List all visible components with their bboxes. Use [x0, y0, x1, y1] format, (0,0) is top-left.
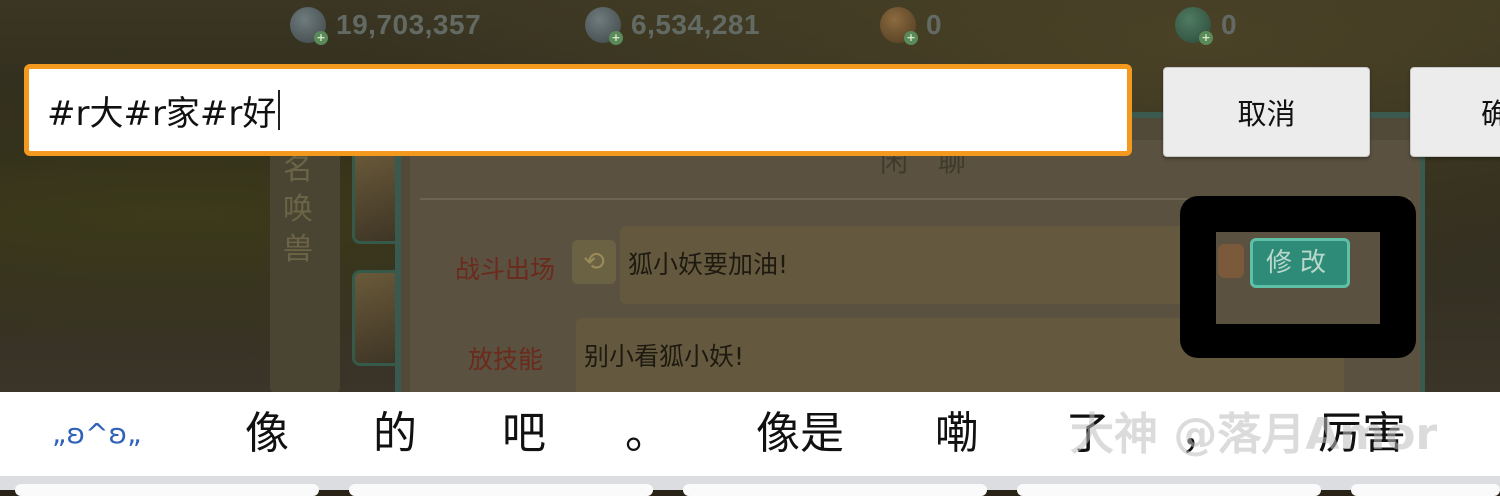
edit-button[interactable]: 修改	[1250, 238, 1350, 288]
row-label-skill: 放技能	[468, 345, 544, 374]
battle-entry-text[interactable]: 狐小妖要加油!	[620, 226, 1210, 304]
keyboard-key[interactable]	[683, 484, 987, 496]
keyboard-key[interactable]	[15, 484, 319, 496]
emoji-icon[interactable]	[1218, 244, 1244, 278]
currency-value: 6,534,281	[631, 9, 761, 40]
input-value: #r大#r家#r好	[47, 93, 277, 134]
row-label-battle-entry: 战斗出场	[455, 255, 556, 284]
currency-value: 0	[926, 9, 943, 40]
currency-bar: 19,703,357 6,534,281 0 0	[290, 0, 1500, 50]
keyboard-key[interactable]	[1351, 484, 1500, 496]
battle-entry-value: 狐小妖要加油!	[628, 250, 789, 279]
keyboard-row	[0, 476, 1500, 496]
silver-coin-icon[interactable]	[290, 7, 328, 45]
gold-ingot-icon[interactable]	[585, 7, 623, 45]
text-caret	[278, 90, 281, 130]
currency-silver: 19,703,357	[290, 0, 585, 50]
keyboard-key[interactable]	[349, 484, 653, 496]
chat-input-field[interactable]: #r大#r家#r好	[24, 64, 1132, 156]
currency-value: 0	[1221, 9, 1238, 40]
redaction-window: 修改	[1216, 232, 1380, 324]
currency-value: 19,703,357	[336, 9, 482, 40]
refresh-icon[interactable]: ⟲	[572, 240, 616, 284]
summon-label: 名唤兽	[283, 152, 313, 267]
cancel-button[interactable]: 取消	[1163, 67, 1370, 157]
skill-value: 别小看狐小妖!	[584, 342, 745, 371]
currency-gold: 6,534,281	[585, 0, 880, 50]
bronze-coin-icon[interactable]	[880, 7, 918, 45]
candidate-item[interactable]: 吧	[502, 392, 546, 476]
keyboard-key[interactable]	[1017, 484, 1321, 496]
candidate-item[interactable]: 的	[373, 392, 417, 476]
candidate-kaomoji[interactable]: „ʚ^ʚ„	[52, 392, 142, 476]
candidate-item[interactable]: 。	[625, 392, 669, 476]
candidate-item[interactable]: 嘞	[935, 392, 979, 476]
jade-coin-icon[interactable]	[1175, 7, 1213, 45]
candidate-item[interactable]: 像	[245, 392, 289, 476]
currency-jade: 0	[1175, 0, 1470, 50]
candidate-item[interactable]: 像是	[756, 392, 844, 476]
confirm-button[interactable]: 确	[1410, 67, 1500, 157]
watermark: 大神 @落月Amor	[1070, 409, 1438, 460]
currency-bronze: 0	[880, 0, 1175, 50]
